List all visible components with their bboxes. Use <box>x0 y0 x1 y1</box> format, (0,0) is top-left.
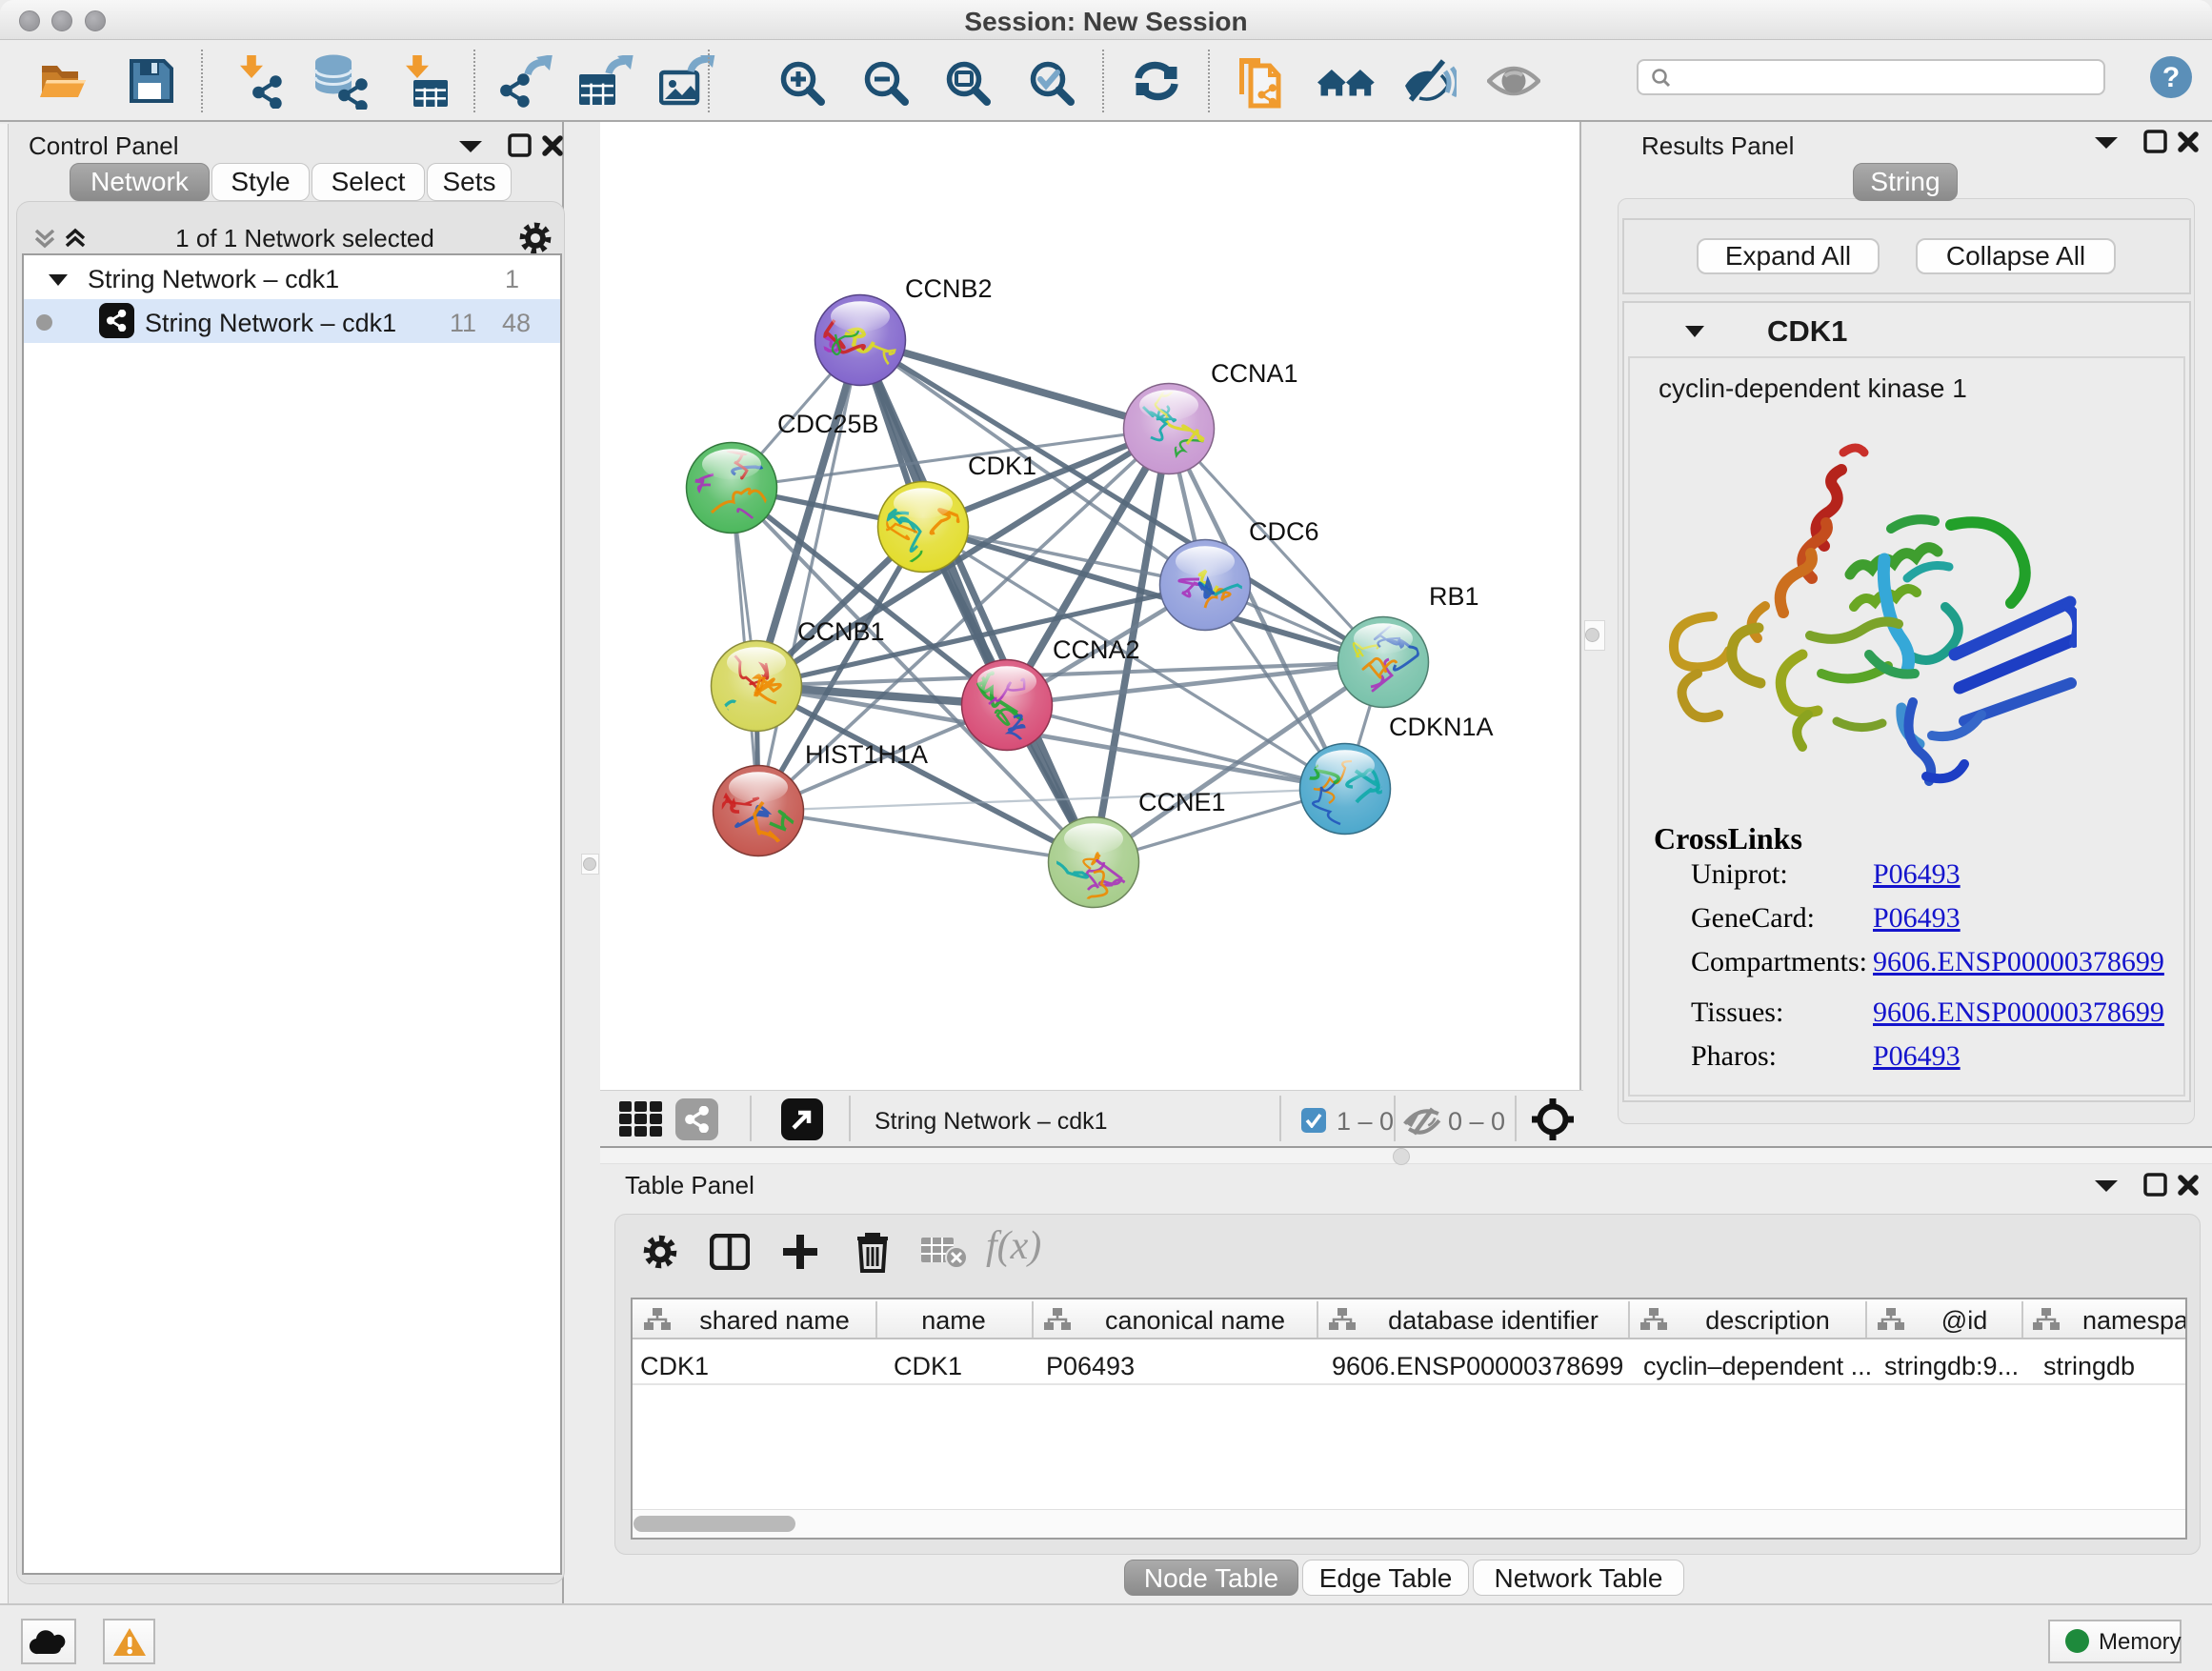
svg-text:CDK1: CDK1 <box>968 452 1036 480</box>
svg-text:CDC6: CDC6 <box>1249 517 1319 546</box>
svg-text:CCNA2: CCNA2 <box>1053 635 1140 664</box>
svg-text:CDKN1A: CDKN1A <box>1389 713 1494 741</box>
svg-text:CCNE1: CCNE1 <box>1138 788 1226 816</box>
svg-text:CDC25B: CDC25B <box>777 410 879 438</box>
svg-text:CCNB2: CCNB2 <box>905 274 993 303</box>
svg-text:HIST1H1A: HIST1H1A <box>805 740 928 769</box>
svg-text:CCNA1: CCNA1 <box>1211 359 1298 388</box>
svg-text:RB1: RB1 <box>1429 582 1479 611</box>
svg-text:CCNB1: CCNB1 <box>797 617 885 646</box>
svg-text:?: ? <box>2162 62 2180 93</box>
